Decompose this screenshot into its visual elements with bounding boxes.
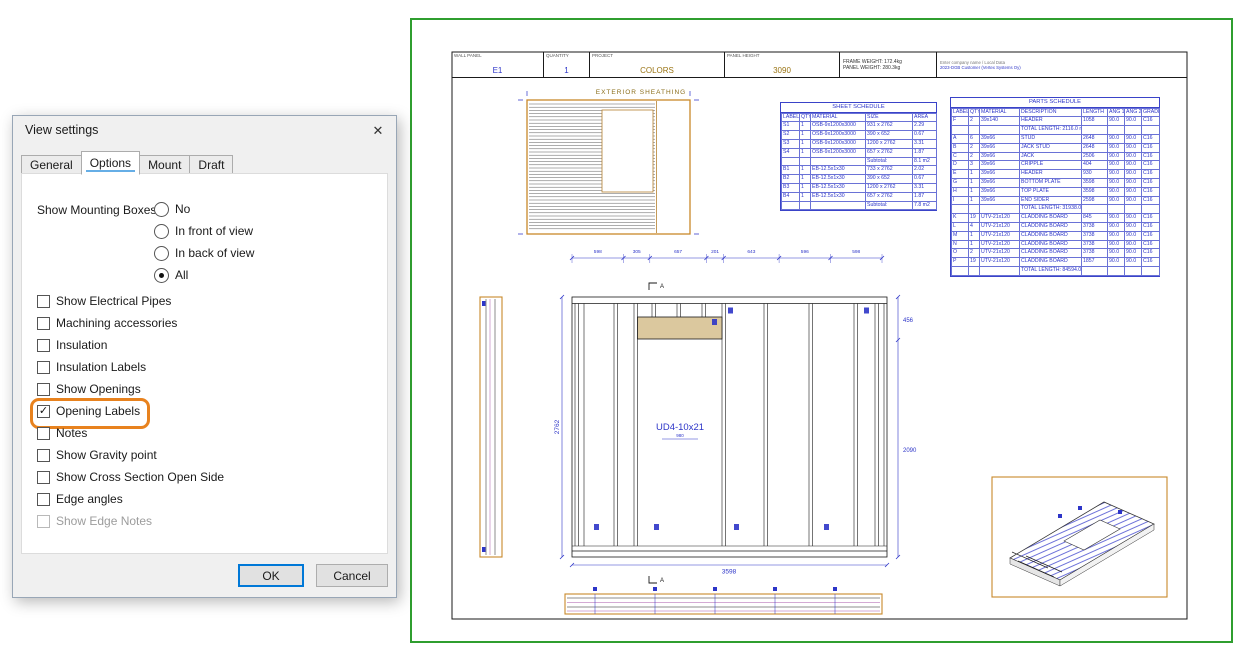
checkbox-box-icon (37, 449, 50, 462)
opening-header-beam (638, 317, 723, 339)
section-mark-bottom: A (660, 578, 664, 584)
svg-text:643: 643 (747, 249, 755, 255)
checkbox-show-gravity-point[interactable]: Show Gravity point (37, 447, 157, 463)
parts-schedule-table: PARTS SCHEDULELABELQTYMATERIALDESCRIPTIO… (950, 97, 1160, 277)
radio-label: In back of view (175, 246, 254, 260)
dim-bottom-width: 3598 (722, 569, 737, 576)
tab-strip: GeneralOptionsMountDraft (21, 150, 232, 174)
svg-text:596: 596 (801, 249, 809, 255)
radio-button-icon (154, 246, 169, 261)
checkbox-insulation[interactable]: Insulation (37, 337, 107, 353)
checkbox-show-electrical-pipes[interactable]: Show Electrical Pipes (37, 293, 171, 309)
radio-label: All (175, 268, 188, 282)
checkbox-label: Show Edge Notes (56, 514, 152, 528)
checkbox-label: Edge angles (56, 492, 123, 506)
checkbox-opening-labels[interactable]: ✓ Opening Labels (37, 403, 140, 419)
checkbox-label: Show Cross Section Open Side (56, 470, 224, 484)
tb-quantity: QUANTITY 1 (544, 52, 590, 77)
tab-options[interactable]: Options (81, 151, 140, 175)
tb-project: PROJECT COLORS (590, 52, 725, 77)
tb-panel-height-value: 3090 (725, 66, 839, 75)
tb-project-value: COLORS (590, 66, 724, 75)
isometric-view (992, 477, 1167, 597)
checkbox-label: Show Openings (56, 382, 141, 396)
dim-right-bottom: 2090 (903, 448, 917, 454)
sheathing-opening (602, 110, 653, 192)
tab-general[interactable]: General (21, 155, 82, 174)
checkbox-edge-angles[interactable]: Edge angles (37, 491, 123, 507)
tb-quantity-value: 1 (544, 66, 589, 75)
svg-text:305: 305 (633, 249, 641, 255)
dialog-title: View settings (25, 123, 98, 137)
view-settings-dialog: View settings ✕ GeneralOptionsMountDraft… (12, 115, 397, 598)
radio-in-front-of-view[interactable]: In front of view (154, 223, 253, 239)
checkbox-box-icon (37, 471, 50, 484)
checkbox-box-icon (37, 493, 50, 506)
radio-all[interactable]: All (154, 267, 188, 283)
checkbox-label: Insulation Labels (56, 360, 146, 374)
radio-no[interactable]: No (154, 201, 190, 217)
tb-wall-panel-value: E1 (452, 66, 543, 75)
radio-in-back-of-view[interactable]: In back of view (154, 245, 254, 261)
checkbox-label: Notes (56, 426, 87, 440)
sheet-schedule-table: SHEET SCHEDULELABELQTYMATERIALSIZEAREAS1… (780, 102, 937, 211)
checkbox-notes[interactable]: Notes (37, 425, 87, 441)
tb-panel-height: PANEL HEIGHT 3090 (725, 52, 840, 77)
svg-text:657: 657 (674, 249, 682, 255)
checkbox-machining-accessories[interactable]: Machining accessories (37, 315, 177, 331)
tab-mount[interactable]: Mount (139, 155, 190, 174)
tab-draft[interactable]: Draft (189, 155, 233, 174)
tb-project-label: PROJECT (592, 53, 613, 58)
cancel-button[interactable]: Cancel (316, 564, 388, 587)
tb-company: Enter company name / Local Data 2023-DGB… (937, 52, 1187, 77)
checkbox-show-openings[interactable]: Show Openings (37, 381, 141, 397)
frame-elevation (572, 297, 887, 557)
options-tab-panel: Show Mounting Boxes No In front of view In… (21, 173, 388, 554)
dim-left-height: 2762 (554, 419, 561, 434)
title-block: WALL PANEL E1 QUANTITY 1 PROJECT COLORS … (452, 52, 1187, 78)
checkbox-label: Insulation (56, 338, 107, 352)
checkbox-box-icon (37, 339, 50, 352)
checkbox-box-icon: ✓ (37, 405, 50, 418)
checkbox-show-edge-notes: Show Edge Notes (37, 513, 152, 529)
checkbox-box-icon (37, 317, 50, 330)
dim-right-top: 456 (903, 318, 914, 324)
checkbox-box-icon (37, 383, 50, 396)
side-section-view (480, 297, 502, 557)
checkbox-box-icon (37, 515, 50, 528)
opening-label: UD4-10x21 (656, 422, 704, 433)
cad-sheet-viewport[interactable]: EXTERIOR SHEATHING 598 305 657 201 643 596 598 (410, 18, 1233, 643)
sheathing-title: EXTERIOR SHEATHING (596, 89, 686, 96)
checkbox-label: Show Electrical Pipes (56, 294, 171, 308)
close-icon: ✕ (373, 123, 384, 139)
tb-customer: 2023-DGB Customer (Vertex Systems Oy) (940, 65, 1187, 70)
tb-wall-panel: WALL PANEL E1 (452, 52, 544, 77)
mounting-boxes-label: Show Mounting Boxes (37, 203, 156, 217)
checkbox-label: Opening Labels (56, 404, 140, 418)
section-mark-top: A (660, 284, 664, 290)
radio-label: In front of view (175, 224, 253, 238)
checkbox-box-icon (37, 361, 50, 374)
checkbox-box-icon (37, 427, 50, 440)
svg-text:598: 598 (594, 249, 602, 255)
radio-button-icon (154, 202, 169, 217)
tb-panel-weight: PANEL WEIGHT: 280.3kg (843, 65, 936, 71)
tb-wall-panel-label: WALL PANEL (454, 53, 482, 58)
ok-button[interactable]: OK (238, 564, 304, 587)
close-button[interactable]: ✕ (360, 116, 396, 146)
svg-text:598: 598 (852, 249, 860, 255)
checkbox-show-cross-section-open-side[interactable]: Show Cross Section Open Side (37, 469, 224, 485)
radio-button-icon (154, 268, 169, 283)
svg-text:201: 201 (711, 249, 719, 255)
tb-weights: FRAME WEIGHT: 172.4kg PANEL WEIGHT: 280.… (840, 52, 937, 77)
tb-panel-height-label: PANEL HEIGHT (727, 53, 760, 58)
tb-quantity-label: QUANTITY (546, 53, 569, 58)
checkbox-insulation-labels[interactable]: Insulation Labels (37, 359, 146, 375)
opening-width-dim: 980 (676, 433, 684, 438)
radio-label: No (175, 202, 190, 216)
checkbox-label: Show Gravity point (56, 448, 157, 462)
checkbox-box-icon (37, 295, 50, 308)
checkbox-label: Machining accessories (56, 316, 177, 330)
radio-button-icon (154, 224, 169, 239)
